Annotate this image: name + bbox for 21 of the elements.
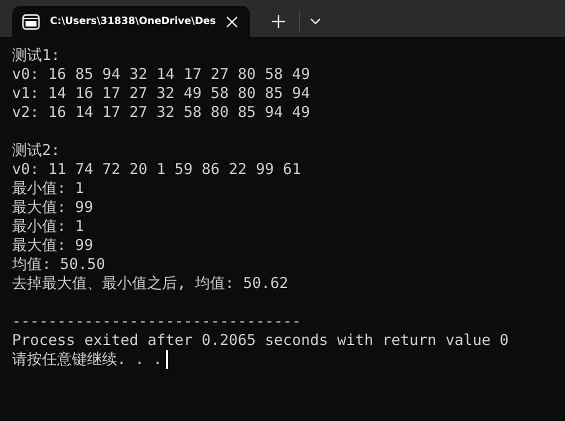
terminal-icon [22,14,40,30]
close-icon[interactable] [226,16,238,28]
console-line: 最大值: 99 [12,236,94,255]
console-line: 均值: 50.50 [12,255,106,274]
console-line: v1: 14 16 17 27 32 49 58 80 85 94 [12,84,310,103]
console-line: 最大值: 99 [12,198,94,217]
console-line: Process exited after 0.2065 seconds with return value 0 [12,331,509,350]
dropdown-chevron-icon[interactable] [310,18,321,25]
console-line: v0: 16 85 94 32 14 17 27 80 58 49 [12,65,310,84]
console-line: 测试2: [12,141,60,160]
tab-title: C:\Users\31838\OneDrive\Des [50,16,217,27]
console-line: -------------------------------- [12,312,301,331]
console-line: 最小值: 1 [12,217,84,236]
console-line: 测试1: [12,46,60,65]
console-line: 最小值: 1 [12,179,84,198]
terminal-tab[interactable]: C:\Users\31838\OneDrive\Des [12,6,250,37]
console-line: v0: 11 74 72 20 1 59 86 22 99 61 [12,160,301,179]
new-tab-icon[interactable] [272,15,285,28]
console-line: 去掉最大值、最小值之后, 均值: 50.62 [12,274,288,293]
console-line: v2: 16 14 17 27 32 58 80 85 94 49 [12,103,310,122]
console-line: 请按任意键继续. . . [12,350,162,369]
